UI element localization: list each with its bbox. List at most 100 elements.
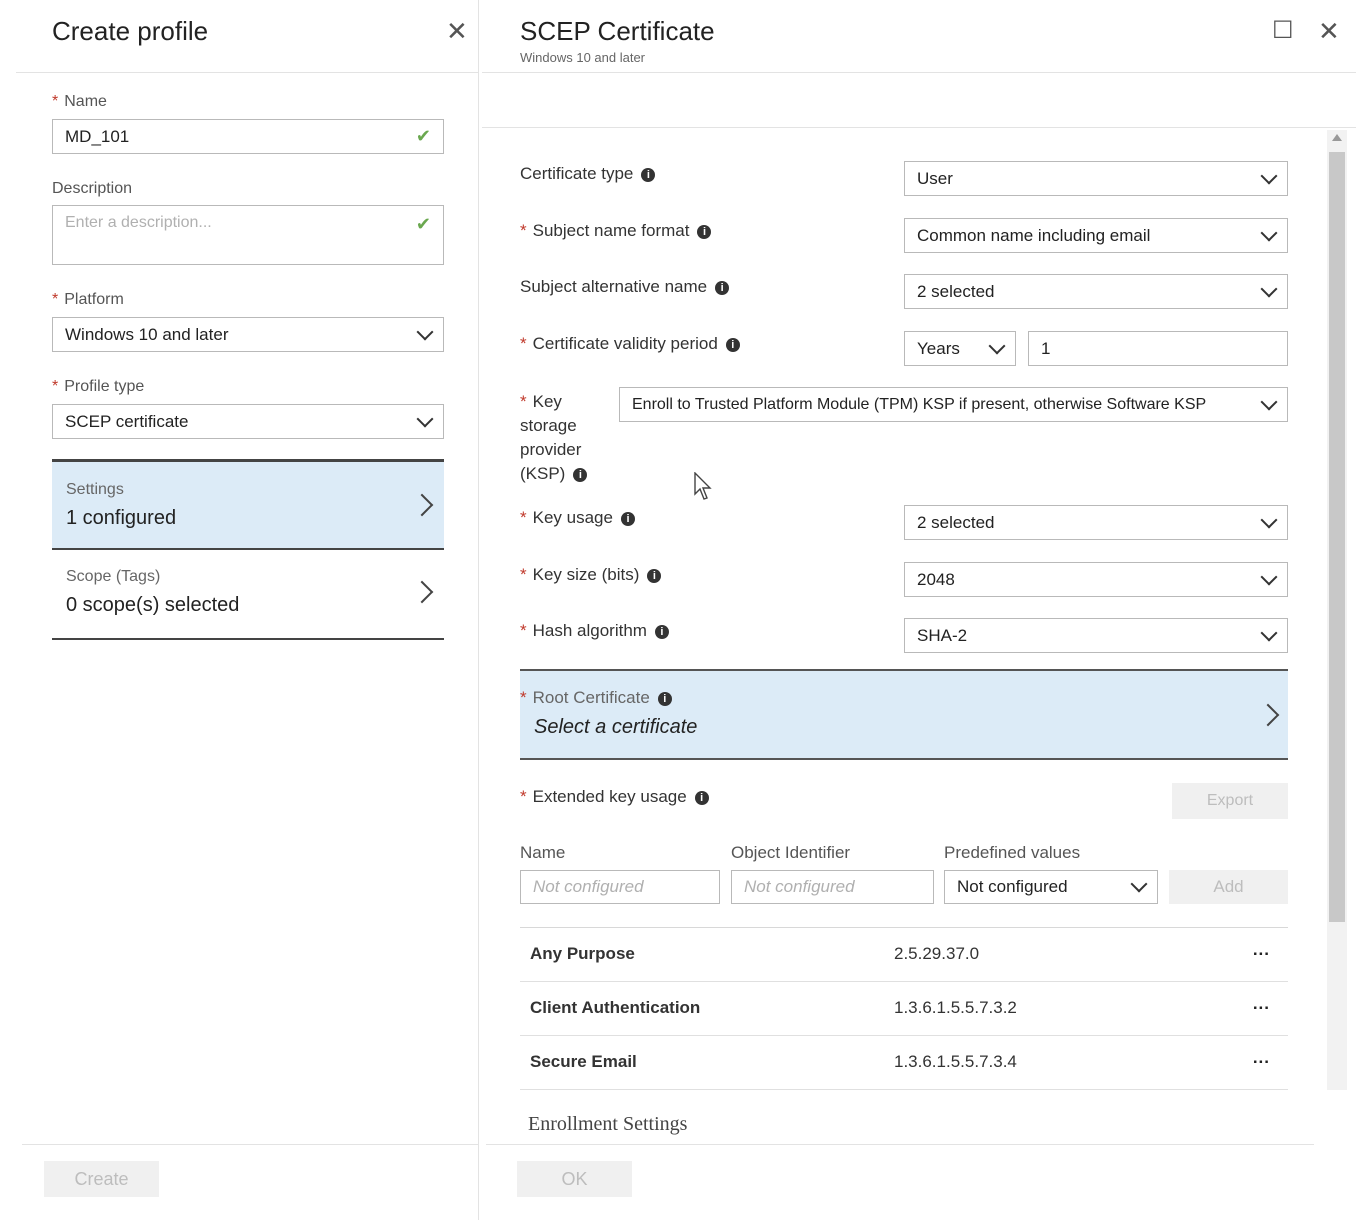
table-row: Any Purpose 2.5.29.37.0 ... — [520, 928, 1288, 982]
root-certificate-value: Select a certificate — [534, 716, 698, 738]
maximize-icon[interactable]: ☐ — [1272, 16, 1294, 45]
chevron-down-icon — [1260, 511, 1278, 528]
footer-divider — [22, 1144, 478, 1145]
export-button[interactable]: Export — [1172, 783, 1288, 819]
info-icon[interactable]: i — [647, 569, 662, 583]
certificate-type-label: Certificate type i — [520, 164, 656, 184]
create-button[interactable]: Create — [44, 1161, 159, 1197]
chevron-right-icon — [410, 493, 434, 517]
eku-row-oid: 2.5.29.37.0 — [894, 944, 980, 963]
hash-algorithm-value: SHA-2 — [917, 625, 968, 645]
eku-label: * Extended key usage i — [520, 787, 709, 807]
info-icon[interactable]: i — [715, 281, 730, 295]
platform-select[interactable]: Windows 10 and later — [52, 317, 444, 352]
chevron-down-icon — [1130, 875, 1148, 893]
eku-row-name: Any Purpose — [530, 944, 635, 963]
name-field[interactable]: MD_101 ✔ — [52, 119, 444, 154]
validity-value-input[interactable]: 1 — [1028, 331, 1288, 366]
blade-title: Create profile — [52, 16, 209, 46]
scope-nav-card[interactable]: Scope (Tags) 0 scope(s) selected — [52, 552, 444, 640]
blade-title: SCEP Certificate — [520, 16, 715, 46]
subject-alt-name-label: Subject alternative name i — [520, 277, 730, 297]
ksp-label: * Key storage provider (KSP) i — [520, 390, 588, 486]
key-usage-value: 2 selected — [917, 512, 995, 532]
info-icon[interactable]: i — [654, 625, 669, 639]
certificate-type-select[interactable]: User — [904, 161, 1288, 196]
subject-alt-name-select[interactable]: 2 selected — [904, 274, 1288, 309]
validity-unit-value: Years — [917, 338, 960, 358]
chevron-down-icon — [416, 323, 434, 340]
chevron-down-icon — [1260, 167, 1278, 184]
scep-certificate-blade: SCEP Certificate Windows 10 and later ☐ … — [482, 0, 1356, 1220]
key-size-label: * Key size (bits) i — [520, 565, 662, 585]
footer-divider — [486, 1144, 1314, 1145]
validity-period-label: * Certificate validity period i — [520, 334, 740, 354]
eku-oid-placeholder: Not configured — [744, 877, 855, 896]
name-value: MD_101 — [65, 126, 130, 146]
table-row: Secure Email 1.3.6.1.5.5.7.3.4 ... — [520, 1036, 1288, 1090]
scope-label: Scope (Tags) — [66, 568, 161, 585]
more-options-icon[interactable]: ... — [1253, 994, 1270, 1014]
scope-value: 0 scope(s) selected — [66, 594, 240, 616]
validity-unit-select[interactable]: Years — [904, 331, 1016, 366]
close-icon[interactable]: ✕ — [446, 18, 468, 44]
settings-nav-card[interactable]: Settings 1 configured — [52, 459, 444, 550]
ok-button[interactable]: OK — [517, 1161, 632, 1197]
hash-algorithm-label: * Hash algorithm i — [520, 621, 669, 641]
key-usage-select[interactable]: 2 selected — [904, 505, 1288, 540]
chevron-down-icon — [1260, 280, 1278, 297]
eku-oid-input[interactable]: Not configured — [731, 870, 934, 904]
chevron-down-icon — [1260, 224, 1278, 241]
scrollbar-thumb[interactable] — [1329, 152, 1345, 922]
info-icon[interactable]: i — [573, 468, 588, 482]
more-options-icon[interactable]: ... — [1253, 1048, 1270, 1068]
divider — [482, 72, 1356, 73]
chevron-down-icon — [1260, 624, 1278, 641]
info-icon[interactable]: i — [620, 512, 635, 526]
subject-alt-name-value: 2 selected — [917, 281, 995, 301]
chevron-down-icon — [1260, 393, 1278, 410]
subject-name-format-label: * Subject name format i — [520, 221, 712, 241]
col-oid-header: Object Identifier — [731, 843, 851, 862]
check-icon: ✔ — [415, 214, 431, 234]
subject-name-format-select[interactable]: Common name including email — [904, 218, 1288, 253]
key-size-select[interactable]: 2048 — [904, 562, 1288, 597]
add-button[interactable]: Add — [1169, 870, 1288, 904]
enrollment-settings-heading: Enrollment Settings — [528, 1113, 688, 1135]
profile-type-value: SCEP certificate — [65, 411, 189, 431]
info-icon[interactable]: i — [697, 225, 712, 239]
eku-predefined-select[interactable]: Not configured — [944, 870, 1158, 904]
key-size-value: 2048 — [917, 569, 955, 589]
description-field[interactable]: Enter a description... ✔ — [52, 205, 444, 265]
name-label: * Name — [52, 93, 107, 110]
scrollbar-track[interactable] — [1327, 130, 1347, 1090]
table-row: Client Authentication 1.3.6.1.5.5.7.3.2 … — [520, 982, 1288, 1036]
profile-type-select[interactable]: SCEP certificate — [52, 404, 444, 439]
chevron-down-icon — [1260, 568, 1278, 585]
hash-algorithm-select[interactable]: SHA-2 — [904, 618, 1288, 653]
eku-predefined-value: Not configured — [957, 877, 1068, 896]
platform-value: Windows 10 and later — [65, 324, 229, 344]
info-icon[interactable]: i — [657, 692, 672, 706]
chevron-right-icon — [1256, 703, 1280, 727]
root-certificate-nav-card[interactable]: * Root Certificate i Select a certificate — [520, 669, 1288, 760]
info-icon[interactable]: i — [694, 791, 709, 805]
profile-type-label: * Profile type — [52, 378, 145, 395]
divider — [482, 127, 1356, 128]
ksp-select[interactable]: Enroll to Trusted Platform Module (TPM) … — [619, 387, 1288, 422]
eku-row-oid: 1.3.6.1.5.5.7.3.2 — [894, 998, 1017, 1017]
info-icon[interactable]: i — [725, 338, 740, 352]
info-icon[interactable]: i — [641, 168, 656, 182]
subject-name-format-value: Common name including email — [917, 225, 1151, 245]
settings-label: Settings — [66, 481, 124, 498]
scroll-up-icon[interactable] — [1332, 134, 1342, 141]
validity-value: 1 — [1041, 338, 1051, 358]
settings-value: 1 configured — [66, 507, 177, 529]
check-icon: ✔ — [415, 126, 431, 146]
eku-name-input[interactable]: Not configured — [520, 870, 720, 904]
col-name-header: Name — [520, 843, 566, 862]
close-icon[interactable]: ✕ — [1318, 18, 1340, 44]
more-options-icon[interactable]: ... — [1253, 940, 1270, 960]
divider — [16, 72, 478, 73]
create-profile-blade: Create profile ✕ * Name MD_101 ✔ Descript… — [16, 0, 479, 1220]
